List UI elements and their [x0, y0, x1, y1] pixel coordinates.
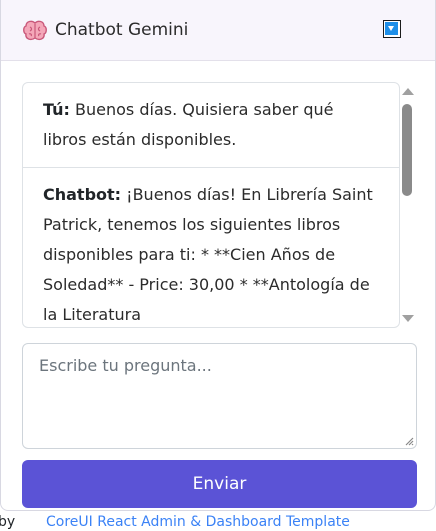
chevron-down-icon [385, 22, 398, 35]
send-button[interactable]: Enviar [22, 460, 417, 508]
question-input[interactable] [22, 343, 417, 449]
scroll-up-arrow-icon[interactable] [402, 88, 414, 95]
bot-message: Chatbot: ¡Buenos días! En Librería Saint… [23, 168, 399, 327]
scrollbar-thumb[interactable] [402, 104, 412, 196]
message-text: ¡Buenos días! En Librería Saint Patrick,… [43, 185, 373, 324]
collapse-toggle-button[interactable] [383, 20, 401, 38]
message-text: Buenos días. Quisiera saber qué libros e… [43, 100, 334, 149]
message-author: Tú: [43, 100, 70, 119]
chatbot-widget: Chatbot Gemini Tú: Buenos días. Quisiera… [0, 0, 436, 511]
footer-prefix: by [0, 514, 16, 530]
footer-link[interactable]: CoreUI React Admin & Dashboard Template [46, 514, 350, 530]
scroll-down-arrow-icon[interactable] [402, 315, 414, 322]
user-message: Tú: Buenos días. Quisiera saber qué libr… [23, 83, 399, 168]
brain-icon [23, 20, 47, 42]
message-author: Chatbot: [43, 185, 122, 204]
background-footer: by CoreUI React Admin & Dashboard Templa… [0, 512, 436, 531]
message-scrollbar[interactable] [399, 82, 415, 326]
message-list[interactable]: Tú: Buenos días. Quisiera saber qué libr… [22, 82, 400, 328]
chatbot-title: Chatbot Gemini [55, 20, 189, 40]
chatbot-header: Chatbot Gemini [1, 0, 435, 61]
